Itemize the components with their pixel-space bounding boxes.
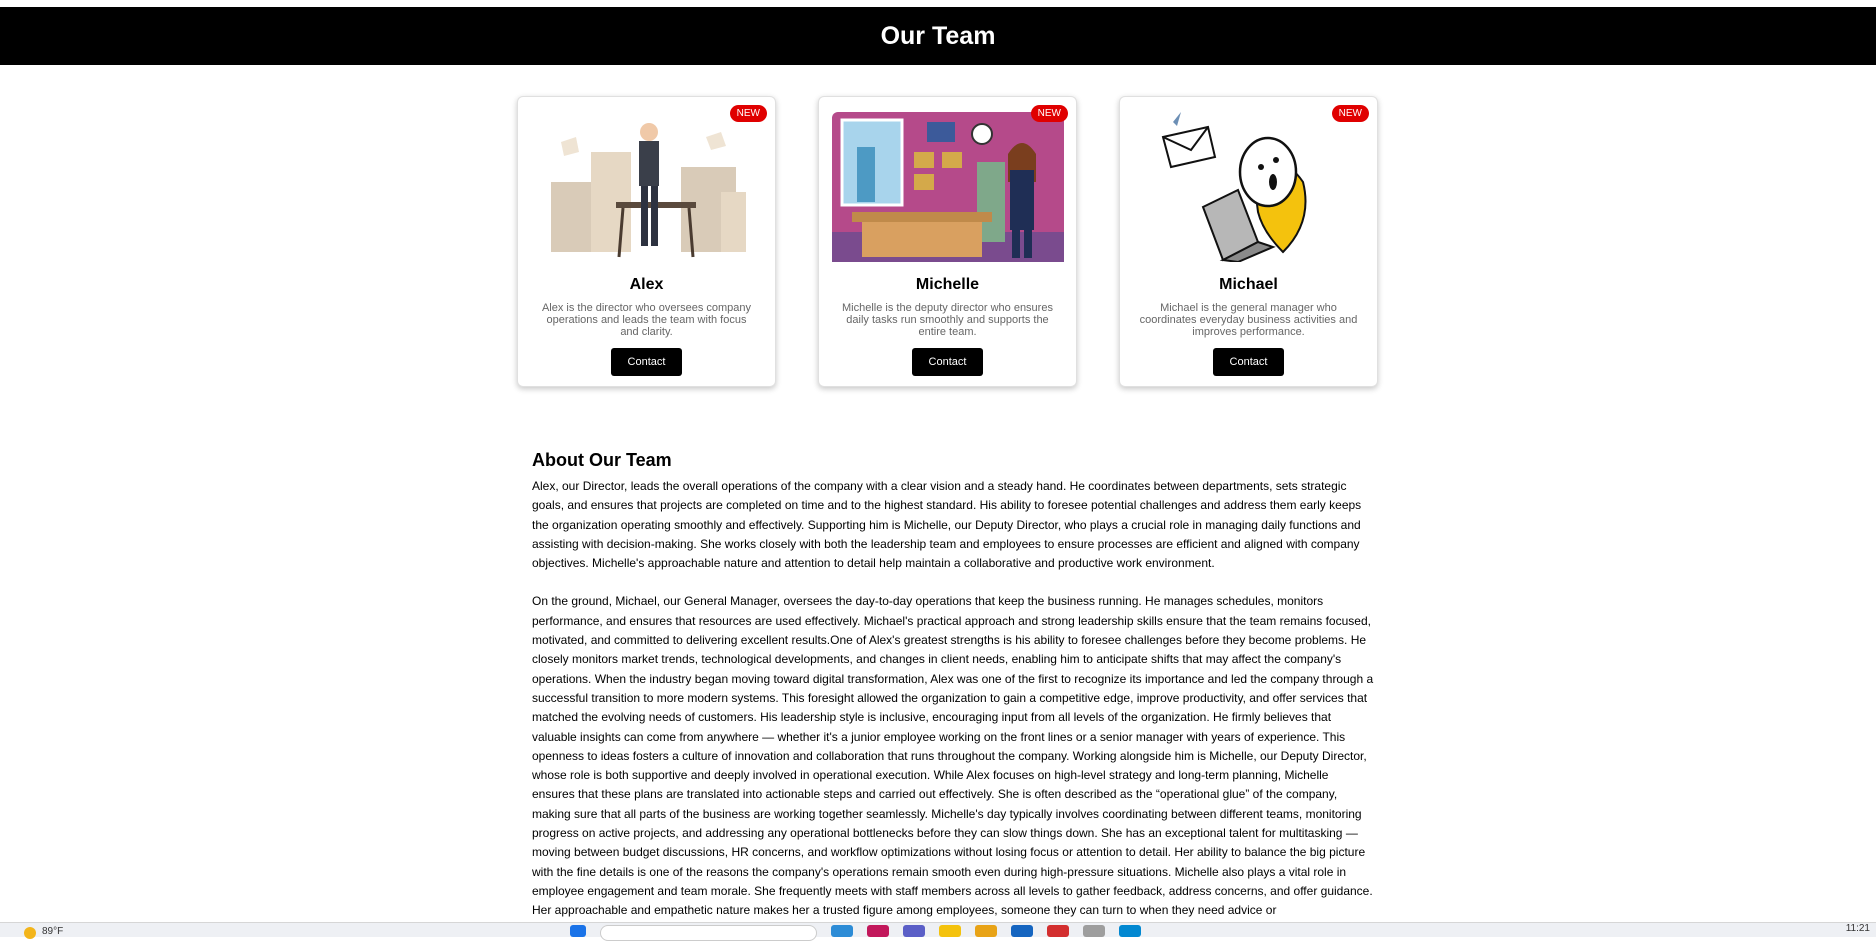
member-description: Michelle is the deputy director who ensu… — [842, 302, 1053, 338]
new-badge: NEW — [1030, 105, 1068, 122]
contact-button-michael[interactable]: Contact — [1212, 348, 1285, 376]
chrome-icon[interactable] — [1047, 925, 1069, 937]
member-description: Michael is the general manager who coord… — [1139, 302, 1358, 338]
page-title: Our Team — [880, 21, 996, 50]
team-card-michelle: NEW Michelle Michelle is the deputy dire… — [818, 96, 1077, 387]
about-section: About Our Team Alex, our Director, leads… — [532, 450, 1374, 940]
start-icon[interactable] — [570, 925, 586, 937]
avatar-alex-illustration — [530, 112, 763, 262]
member-name: Alex — [629, 276, 664, 293]
about-paragraph: On the ground, Michael, our General Mana… — [532, 594, 1374, 918]
about-paragraph: Alex, our Director, leads the overall op… — [532, 479, 1362, 571]
member-name: Michael — [1219, 276, 1278, 293]
taskbar-clock[interactable]: 11:21 — [1846, 923, 1870, 934]
vscode-icon[interactable] — [1119, 925, 1141, 937]
app-icon[interactable] — [939, 925, 961, 937]
new-badge: NEW — [1331, 105, 1369, 122]
sun-icon — [24, 927, 36, 939]
teams-icon[interactable] — [903, 925, 925, 937]
app-icon[interactable] — [867, 925, 889, 937]
taskbar-search-box[interactable] — [600, 925, 817, 941]
avatar-michelle-illustration — [831, 112, 1064, 262]
taskbar-icons — [570, 925, 1141, 941]
app-icon[interactable] — [1011, 925, 1033, 937]
contact-button-alex[interactable]: Contact — [610, 348, 683, 376]
top-gap — [0, 0, 1876, 7]
folder-icon[interactable] — [975, 925, 997, 937]
member-name: Michelle — [915, 276, 980, 293]
about-title: About Our Team — [532, 450, 672, 470]
contact-button-michelle[interactable]: Contact — [911, 348, 984, 376]
team-cards: NEW Alex Alex is the director who overse… — [517, 96, 1378, 387]
new-badge: NEW — [729, 105, 767, 122]
member-description: Alex is the director who oversees compan… — [541, 302, 752, 338]
page-header: Our Team — [0, 7, 1876, 65]
avatar-michael-illustration — [1132, 112, 1365, 262]
os-taskbar: 89°F 11:21 — [0, 922, 1876, 941]
app-icon[interactable] — [1083, 925, 1105, 937]
team-card-michael: NEW Michael Michael is the general manag… — [1119, 96, 1378, 387]
weather-temp: 89°F — [42, 925, 64, 937]
team-card-alex: NEW Alex Alex is the director who overse… — [517, 96, 776, 387]
edge-icon[interactable] — [831, 925, 853, 937]
